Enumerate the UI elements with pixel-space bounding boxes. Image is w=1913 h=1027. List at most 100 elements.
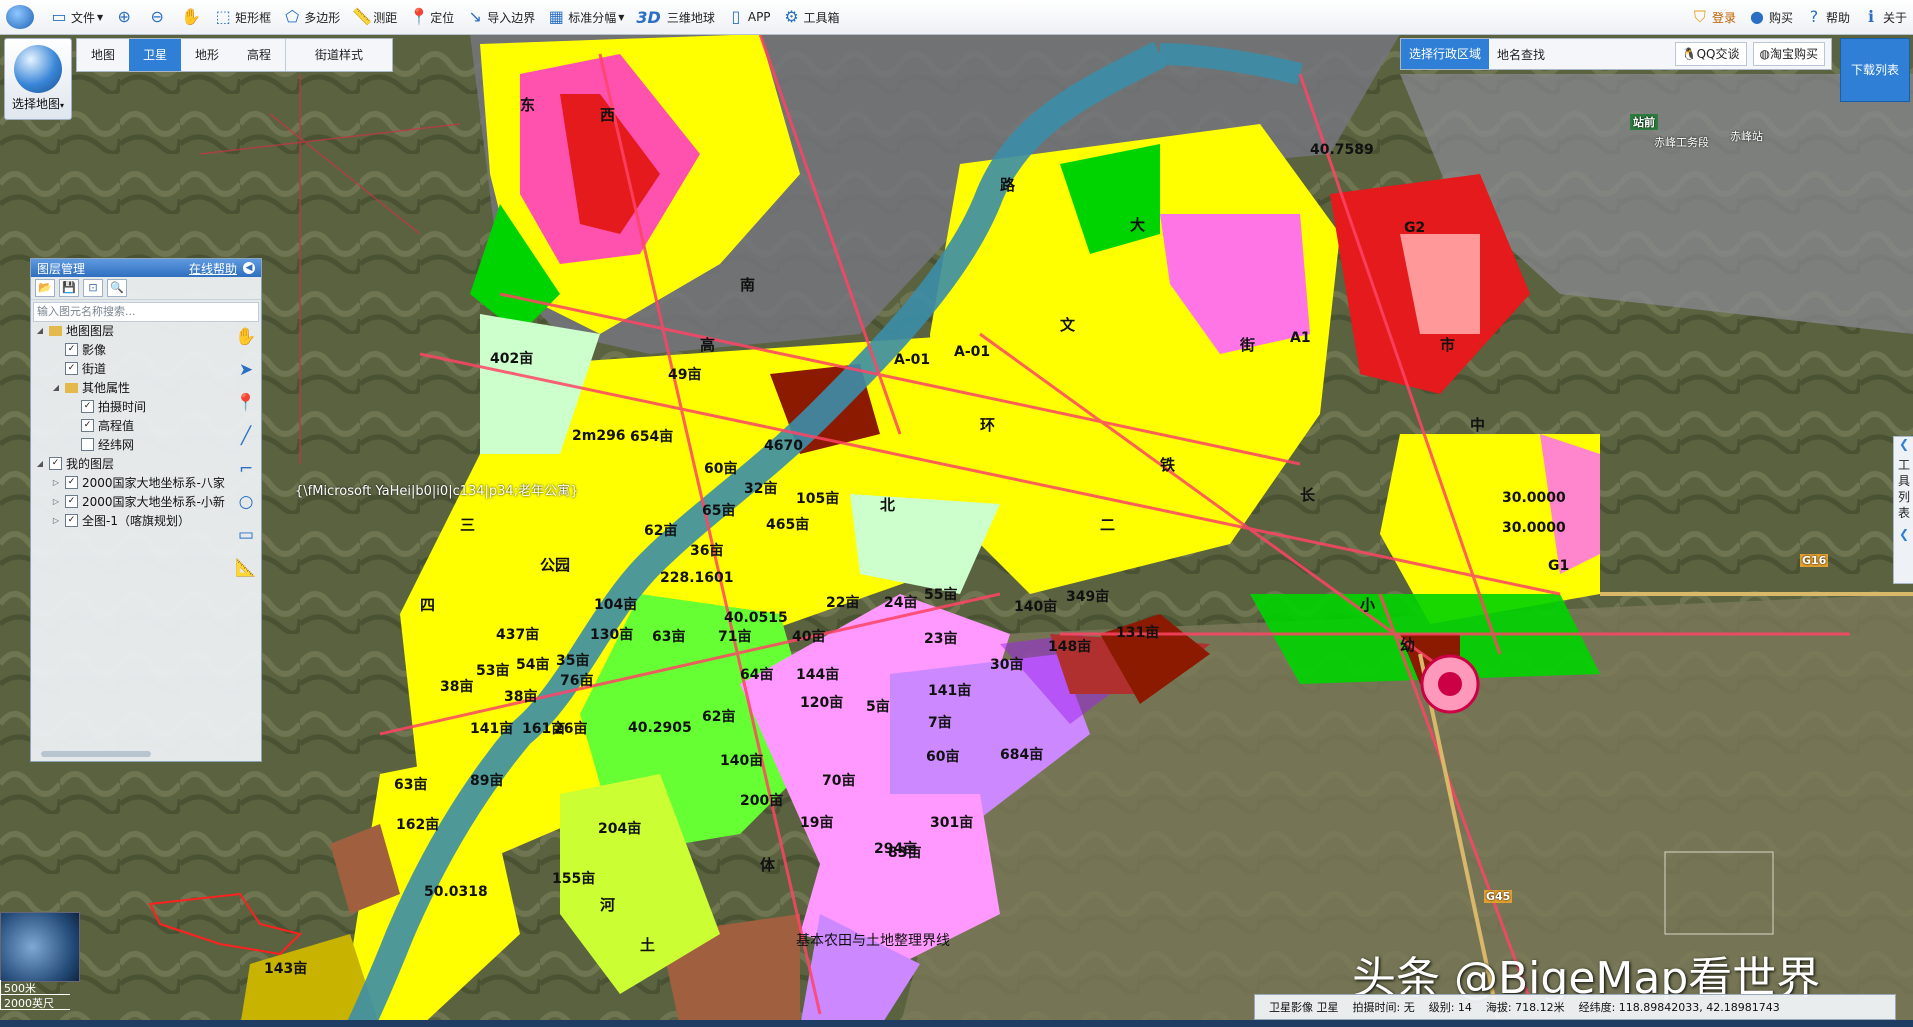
tab-elevation[interactable]: 高程 bbox=[233, 39, 285, 71]
layer-tree-item[interactable]: ◢ 地图图层 bbox=[31, 321, 227, 340]
expand-down-icon[interactable]: ◢ bbox=[35, 326, 45, 335]
taobao-buy-button[interactable]: ◍淘宝购买 bbox=[1752, 42, 1825, 66]
layer-checkbox[interactable]: ✓ bbox=[65, 514, 78, 527]
map-road-label: 土 bbox=[640, 936, 656, 954]
login-button[interactable]: ⛉ 登录 bbox=[1685, 4, 1742, 30]
rect-select-button[interactable]: ⬚ 矩形框 bbox=[208, 4, 277, 30]
standard-sheet-menu[interactable]: ▦ 标准分幅 ▼ bbox=[541, 4, 630, 30]
expand-down-icon[interactable]: ◢ bbox=[51, 383, 61, 392]
map-area-label: 2m296 bbox=[572, 428, 626, 444]
rectangle-icon[interactable]: ▭ bbox=[233, 519, 259, 552]
help-icon: ? bbox=[1809, 7, 1819, 26]
locate-button[interactable]: 📍 定位 bbox=[403, 4, 460, 30]
layer-tree-item[interactable]: ✓ 街道 bbox=[31, 359, 227, 378]
file-menu[interactable]: ▭ 文件 ▼ bbox=[44, 4, 109, 30]
pointer-icon[interactable]: ➤ bbox=[233, 354, 259, 387]
map-area-label: 684亩 bbox=[1000, 747, 1044, 763]
circle-icon[interactable]: ○ bbox=[233, 486, 259, 519]
expand-down-icon[interactable]: ◢ bbox=[35, 459, 45, 468]
select-icon[interactable]: ⊡ bbox=[83, 279, 103, 297]
region-search-bar: 选择行政区域 地名查找 🐧QQ交谈 ◍淘宝购买 bbox=[1400, 38, 1832, 70]
layer-checkbox[interactable]: ✓ bbox=[81, 400, 94, 413]
map-area-label: 402亩 bbox=[490, 351, 534, 367]
hand-icon[interactable]: ✋ bbox=[233, 321, 259, 354]
expand-right-icon[interactable]: ▷ bbox=[51, 497, 61, 506]
layer-checkbox[interactable]: ✓ bbox=[65, 362, 78, 375]
layer-tree-item[interactable]: ▷ ✓ 全图-1（喀旗规划） bbox=[31, 511, 227, 530]
select-region-button[interactable]: 选择行政区域 bbox=[1401, 39, 1490, 69]
layer-checkbox[interactable]: ✓ bbox=[65, 476, 78, 489]
about-button[interactable]: ℹ 关于 bbox=[1856, 4, 1913, 30]
tool-list-label: 工具列表 bbox=[1897, 458, 1910, 520]
panel-scrollbar[interactable] bbox=[41, 751, 151, 757]
search-icon[interactable]: 🔍 bbox=[107, 279, 127, 297]
map-area-label: 62亩 bbox=[702, 709, 736, 725]
tab-satellite[interactable]: 卫星 bbox=[129, 39, 181, 71]
polyline-icon[interactable]: ⌐ bbox=[233, 453, 259, 486]
buy-button[interactable]: ● 购买 bbox=[1742, 4, 1799, 30]
tab-map[interactable]: 地图 bbox=[77, 39, 129, 71]
map-area-label: 161亩 bbox=[522, 721, 566, 737]
map-road-label: 中 bbox=[1470, 416, 1486, 434]
tool-list-tab[interactable]: ❮ 工具列表 ❮ bbox=[1893, 436, 1913, 584]
layer-search-input[interactable]: 输入图元名称搜索... bbox=[33, 302, 259, 322]
open-icon[interactable]: 📂 bbox=[35, 279, 55, 297]
overview-minimap[interactable] bbox=[0, 912, 80, 982]
layer-tree-item[interactable]: ▷ ✓ 2000国家大地坐标系-小新 bbox=[31, 492, 227, 511]
about-label: 关于 bbox=[1882, 10, 1907, 25]
layer-tree-item[interactable]: ▷ ✓ 2000国家大地坐标系-八家 bbox=[31, 473, 227, 492]
collapse-icon[interactable]: ◀ bbox=[243, 262, 255, 274]
map-pin-icon[interactable]: 📍 bbox=[233, 387, 259, 420]
layer-checkbox[interactable]: ✓ bbox=[49, 457, 62, 470]
three-d-globe-button[interactable]: 3D 三维地球 bbox=[630, 4, 720, 30]
layer-tree-label: 地图图层 bbox=[66, 324, 115, 338]
map-label-zone: A-01 bbox=[954, 344, 991, 360]
layer-tree-item[interactable]: ✓ 拍摄时间 bbox=[31, 397, 227, 416]
map-area-label: 200亩 bbox=[740, 793, 784, 809]
app-button[interactable]: ▯ APP bbox=[721, 4, 777, 30]
qq-chat-label: QQ交谈 bbox=[1696, 47, 1740, 61]
expand-right-icon[interactable]: ▷ bbox=[51, 516, 61, 525]
layer-checkbox[interactable]: ✓ bbox=[65, 343, 78, 356]
layer-tree-item[interactable]: 经纬网 bbox=[31, 435, 227, 454]
import-border-button[interactable]: ↘ 导入边界 bbox=[460, 4, 541, 30]
zoom-in-button[interactable]: ⊕ bbox=[109, 4, 142, 30]
standard-sheet-label: 标准分幅 bbox=[568, 10, 617, 25]
layer-tree-item[interactable]: ◢ ✓ 我的图层 bbox=[31, 454, 227, 473]
download-list-button[interactable]: 下载列表 bbox=[1840, 38, 1910, 102]
map-type-tabs: 地图 卫星 地形 高程 街道样式 bbox=[76, 38, 393, 72]
layer-checkbox[interactable]: ✓ bbox=[81, 419, 94, 432]
place-search-button[interactable]: 地名查找 bbox=[1489, 46, 1553, 63]
street-style-button[interactable]: 街道样式 bbox=[285, 39, 392, 71]
layer-checkbox[interactable] bbox=[81, 438, 94, 451]
toolbox-button[interactable]: ⚙ 工具箱 bbox=[777, 4, 846, 30]
layer-checkbox[interactable]: ✓ bbox=[65, 495, 78, 508]
line-icon[interactable]: ╱ bbox=[233, 420, 259, 453]
map-canvas[interactable] bbox=[0, 34, 1913, 1027]
satellite-map[interactable]: {\fMicrosoft YaHei|b0|i0|c134|p34;老年公寓} … bbox=[0, 34, 1913, 1027]
layer-tree-label: 经纬网 bbox=[98, 438, 135, 452]
polygon-select-button[interactable]: ⬠ 多边形 bbox=[277, 4, 346, 30]
chevron-down-icon: ▼ bbox=[618, 12, 625, 22]
online-help-link[interactable]: 在线帮助 bbox=[189, 260, 237, 277]
map-area-label: 155亩 bbox=[552, 871, 596, 887]
expand-right-icon[interactable]: ▷ bbox=[51, 478, 61, 487]
shield-icon: ⛉ bbox=[1693, 7, 1706, 26]
qq-chat-button[interactable]: 🐧QQ交谈 bbox=[1674, 42, 1747, 66]
layer-tree-item[interactable]: ◢ 其他属性 bbox=[31, 378, 227, 397]
ruler-icon[interactable]: 📐 bbox=[233, 552, 259, 585]
status-zoom-level: 级别: 14 bbox=[1428, 1001, 1472, 1014]
zoom-out-button[interactable]: ⊖ bbox=[142, 4, 175, 30]
layer-tree-item[interactable]: ✓ 高程值 bbox=[31, 416, 227, 435]
layer-tree-label: 影像 bbox=[82, 343, 107, 357]
gear-icon: ⚙ bbox=[784, 7, 799, 26]
select-map-button[interactable]: 选择地图▾ bbox=[4, 38, 72, 120]
tab-terrain[interactable]: 地形 bbox=[181, 39, 233, 71]
measure-button[interactable]: 📏 测距 bbox=[346, 4, 403, 30]
rect-select-label: 矩形框 bbox=[235, 10, 272, 25]
layer-tree-item[interactable]: ✓ 影像 bbox=[31, 340, 227, 359]
save-icon[interactable]: 💾 bbox=[59, 279, 79, 297]
pan-button[interactable]: ✋ bbox=[175, 4, 208, 30]
help-button[interactable]: ? 帮助 bbox=[1799, 4, 1856, 30]
app-label: APP bbox=[747, 10, 771, 24]
